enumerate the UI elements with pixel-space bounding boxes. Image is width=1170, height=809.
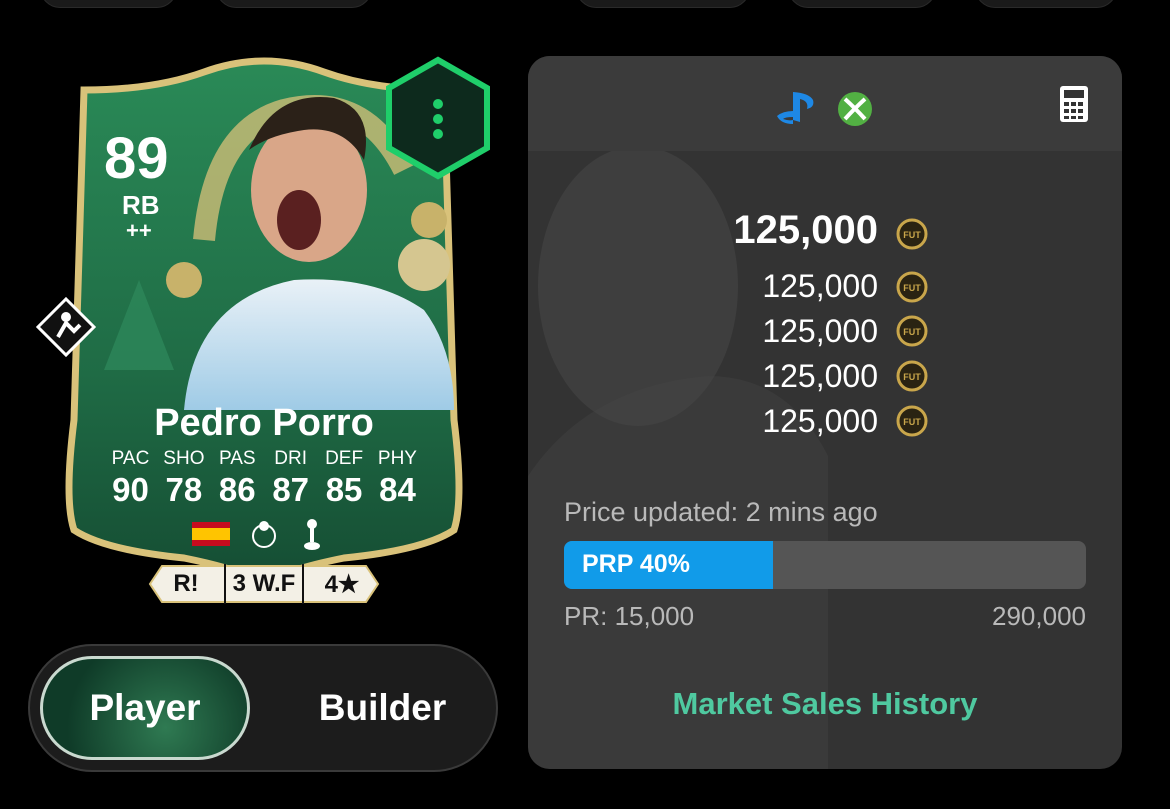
price-panel: 125,000 125,000 125,000 125,000 125,000 … xyxy=(528,56,1122,769)
tottenham-crest-icon xyxy=(304,519,320,550)
panel-header xyxy=(528,56,1122,151)
stat-value: 87 xyxy=(272,471,310,508)
xbox-icon[interactable] xyxy=(836,90,874,128)
svg-text:FUT: FUT xyxy=(903,372,921,382)
price-3: 125,000 xyxy=(762,313,878,349)
pr-max: 290,000 xyxy=(992,601,1086,631)
svg-text:FUT: FUT xyxy=(903,327,921,337)
tab-builder[interactable]: Builder xyxy=(270,656,495,760)
svg-text:FUT: FUT xyxy=(903,283,921,293)
spain-flag-icon xyxy=(192,522,230,546)
card-position-plus: ++ xyxy=(126,218,152,243)
price-2: 125,000 xyxy=(762,268,878,304)
stat-labels: PAC SHO PAS DRI DEF PHY xyxy=(104,448,424,470)
top-pill-4[interactable] xyxy=(788,0,936,8)
badges-row: R! 3 W.F 4★ xyxy=(148,564,380,604)
card-position: RB xyxy=(122,190,160,220)
stat-values: 90 78 86 87 85 84 xyxy=(104,471,424,509)
price-4: 125,000 xyxy=(762,358,878,394)
top-pill-3[interactable] xyxy=(576,0,750,8)
stat-label: PAS xyxy=(218,448,256,469)
stat-label: PAC xyxy=(111,448,150,469)
fut-coin-icon: FUT xyxy=(896,360,928,392)
lowest-price: 125,000 xyxy=(733,208,878,252)
fut-coin-icon: FUT xyxy=(896,218,928,250)
prp-label: PRP 40% xyxy=(582,550,690,578)
top-pill-1[interactable] xyxy=(40,0,177,8)
weak-foot-badge: 3 W.F xyxy=(226,564,304,604)
stat-value: 90 xyxy=(112,471,149,508)
stat-value: 84 xyxy=(379,471,416,508)
stat-label: DEF xyxy=(325,448,364,469)
premier-league-icon xyxy=(252,521,276,548)
fut-coin-icon: FUT xyxy=(896,315,928,347)
fut-coin-icon: FUT xyxy=(896,271,928,303)
stat-value: 85 xyxy=(325,471,363,508)
player-name: Pedro Porro xyxy=(154,402,374,444)
playstyle-icon[interactable] xyxy=(36,297,96,357)
stat-value: 78 xyxy=(165,471,203,508)
price-updated-text: Price updated: 2 mins ago xyxy=(564,497,878,527)
tab-player[interactable]: Player xyxy=(40,656,250,760)
playstation-icon[interactable] xyxy=(775,90,825,126)
stat-label: SHO xyxy=(163,448,205,469)
calculator-icon[interactable] xyxy=(1059,85,1089,123)
prp-bar: PRP 40% xyxy=(564,541,1086,589)
skill-moves-badge: R! xyxy=(148,564,226,604)
pr-min: PR: 15,000 xyxy=(564,601,695,631)
card-rating: 89 xyxy=(104,126,169,191)
stat-label: DRI xyxy=(274,448,308,469)
top-pill-5[interactable] xyxy=(975,0,1117,8)
menu-dots-icon[interactable] xyxy=(383,56,493,180)
skill-stars-badge: 4★ xyxy=(324,570,360,598)
svg-text:FUT: FUT xyxy=(903,417,921,427)
fut-coin-icon: FUT xyxy=(896,405,928,437)
stat-value: 86 xyxy=(218,471,256,508)
stat-label: PHY xyxy=(377,448,417,469)
view-toggle: Player Builder xyxy=(28,644,498,772)
market-sales-history-link[interactable]: Market Sales History xyxy=(528,686,1122,722)
price-5: 125,000 xyxy=(762,403,878,439)
top-pill-2[interactable] xyxy=(216,0,372,8)
svg-text:FUT: FUT xyxy=(903,230,921,240)
